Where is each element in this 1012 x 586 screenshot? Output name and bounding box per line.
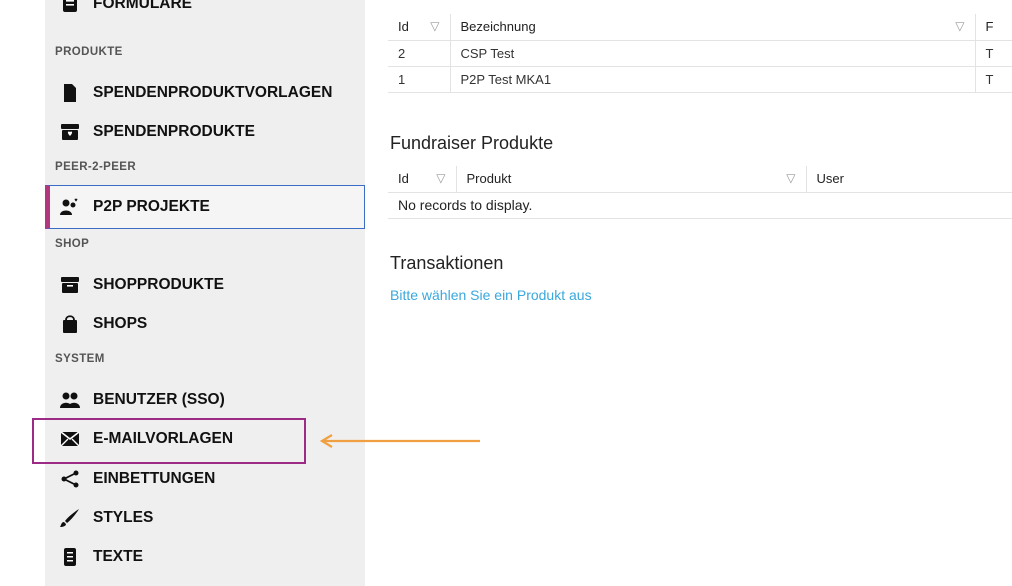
fundraiser-products-heading: Fundraiser Produkte xyxy=(390,133,554,153)
table-header-row: Id ▽ Produkt ▽ User xyxy=(388,166,1012,193)
cell-truncated: T xyxy=(975,66,1012,93)
sidebar-item-label: SHOPS xyxy=(93,315,148,332)
sidebar-item-spendenproduktvorlagen[interactable]: SPENDENPRODUKTVORLAGEN xyxy=(45,77,365,109)
section-header-shop: SHOP xyxy=(55,238,90,250)
sidebar-item-label: P2P PROJEKTE xyxy=(93,198,210,215)
shopping-bag-icon xyxy=(59,314,81,334)
fundraiser-products-table: Id ▽ Produkt ▽ User No records to displa… xyxy=(388,166,1012,219)
cell-bezeichnung: P2P Test MKA1 xyxy=(450,66,976,93)
sidebar-item-label: FORMULARE xyxy=(93,0,193,12)
box-icon xyxy=(59,275,81,295)
sidebar-item-spendenprodukte[interactable]: SPENDENPRODUKTE xyxy=(45,116,365,148)
sidebar-item-label: SPENDENPRODUKTVORLAGEN xyxy=(93,84,333,101)
products-table: Id ▽ Bezeichnung ▽ F 2 CSP Test T 1 P2P … xyxy=(388,14,1012,93)
main-content: Id ▽ Bezeichnung ▽ F 2 CSP Test T 1 P2P … xyxy=(383,0,1012,586)
table-header-row: Id ▽ Bezeichnung ▽ F xyxy=(388,14,1012,41)
sidebar-item-label: BENUTZER (SSO) xyxy=(93,391,225,408)
sidebar-item-einbettungen[interactable]: EINBETTUNGEN xyxy=(45,463,365,495)
sidebar-item-styles[interactable]: STYLES xyxy=(45,502,365,534)
file-icon xyxy=(59,83,81,103)
document-text-icon xyxy=(59,547,81,567)
column-header-id[interactable]: Id ▽ xyxy=(388,166,457,193)
share-icon xyxy=(59,469,81,489)
sidebar-item-p2p-projekte[interactable]: P2P PROJEKTE xyxy=(45,185,365,229)
annotation-arrow xyxy=(319,434,480,448)
form-icon xyxy=(59,0,81,14)
table-row[interactable]: 2 CSP Test T xyxy=(388,40,1012,67)
gift-box-icon xyxy=(59,122,81,142)
users-icon xyxy=(59,390,81,410)
sidebar-item-label: TEXTE xyxy=(93,548,143,565)
sidebar-item-formulare[interactable]: FORMULARE xyxy=(45,0,365,18)
sidebar-item-shopprodukte[interactable]: SHOPPRODUKTE xyxy=(45,269,365,301)
filter-icon[interactable]: ▽ xyxy=(436,171,445,185)
cell-bezeichnung: CSP Test xyxy=(450,40,976,67)
filter-icon[interactable]: ▽ xyxy=(430,19,439,33)
column-header-truncated[interactable]: F xyxy=(975,14,1012,41)
table-row[interactable]: 1 P2P Test MKA1 T xyxy=(388,66,1012,93)
sidebar-item-benutzer-sso[interactable]: BENUTZER (SSO) xyxy=(45,384,365,416)
filter-icon[interactable]: ▽ xyxy=(786,171,795,185)
cell-id: 2 xyxy=(388,40,451,67)
table-row: No records to display. xyxy=(388,192,1012,219)
cell-truncated: T xyxy=(975,40,1012,67)
column-header-produkt[interactable]: Produkt ▽ xyxy=(456,166,807,193)
sidebar-item-label: SPENDENPRODUKTE xyxy=(93,123,255,140)
empty-state-text: No records to display. xyxy=(388,192,1012,219)
section-header-produkte: PRODUKTE xyxy=(55,46,123,58)
filter-icon[interactable]: ▽ xyxy=(955,19,964,33)
section-header-system: SYSTEM xyxy=(55,353,105,365)
column-header-user[interactable]: User xyxy=(806,166,1012,193)
sidebar-item-texte[interactable]: TEXTE xyxy=(45,541,365,573)
sidebar-item-shops[interactable]: SHOPS xyxy=(45,308,365,340)
sidebar-item-label: STYLES xyxy=(93,509,154,526)
sidebar: FORMULARE PRODUKTE SPENDENPRODUKTVORLAGE… xyxy=(45,0,365,586)
cell-id: 1 xyxy=(388,66,451,93)
column-header-bezeichnung[interactable]: Bezeichnung ▽ xyxy=(450,14,976,41)
users-heart-icon xyxy=(59,197,81,217)
highlight-box xyxy=(32,418,306,464)
sidebar-item-label: SHOPPRODUKTE xyxy=(93,276,224,293)
column-header-id[interactable]: Id ▽ xyxy=(388,14,451,41)
section-header-peer-2-peer: PEER-2-PEER xyxy=(55,161,137,173)
select-product-prompt: Bitte wählen Sie ein Produkt aus xyxy=(390,287,592,303)
brush-icon xyxy=(59,508,81,528)
sidebar-item-label: EINBETTUNGEN xyxy=(93,470,216,487)
transactions-heading: Transaktionen xyxy=(390,253,504,273)
